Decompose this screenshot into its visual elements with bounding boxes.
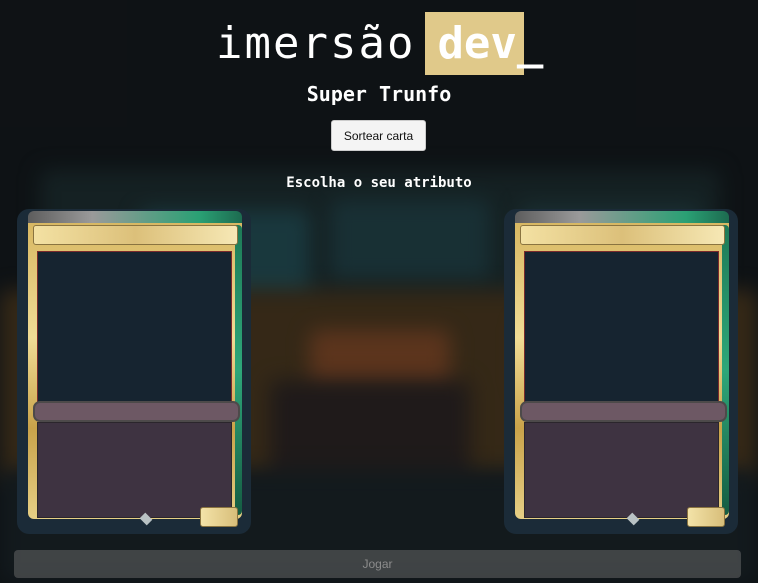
machine-card — [504, 209, 738, 534]
card-type-bar — [520, 401, 727, 422]
player-card — [17, 209, 251, 534]
card-power-box — [200, 507, 238, 527]
card-power-box — [687, 507, 725, 527]
card-art — [524, 251, 719, 404]
page-title: Super Trunfo — [306, 82, 452, 106]
logo-word: imersão — [216, 18, 416, 69]
card-frame — [28, 211, 242, 527]
card-frame — [515, 211, 729, 527]
play-button[interactable]: Jogar — [14, 550, 741, 578]
card-art — [37, 251, 232, 404]
card-attributes-box — [524, 422, 719, 518]
card-name-bar — [33, 225, 238, 245]
choose-attribute-label: Escolha o seu atributo — [286, 175, 472, 191]
card-attributes-box — [37, 422, 232, 518]
logo-highlight: dev_ — [425, 12, 543, 75]
card-name-bar — [520, 225, 725, 245]
card-type-bar — [33, 401, 240, 422]
imersao-dev-logo: imersão dev_ — [216, 12, 543, 75]
draw-card-button[interactable]: Sortear carta — [331, 120, 426, 151]
